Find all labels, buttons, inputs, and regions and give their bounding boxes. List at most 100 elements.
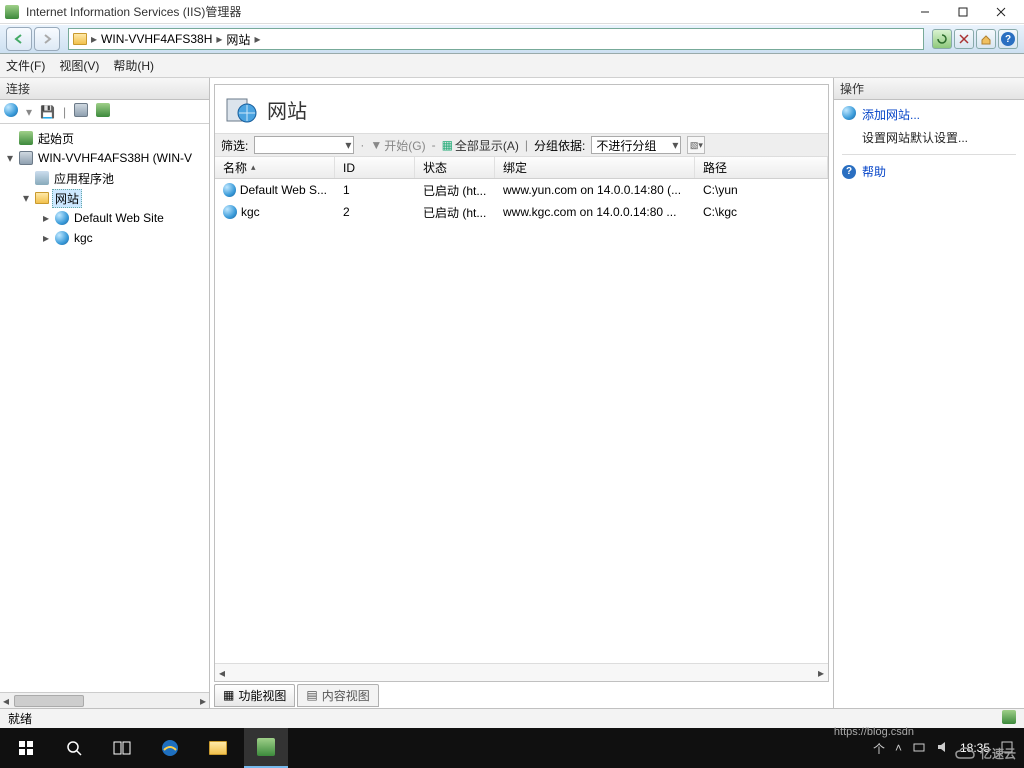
sites-toolbar-icon[interactable]: [96, 103, 110, 120]
connect-icon[interactable]: [4, 103, 18, 120]
tree-site-item[interactable]: ▸ Default Web Site: [0, 208, 209, 228]
center-panel: 网站 筛选: ▾ · ▼开始(G) - ▦全部显示(A) | 分组依据: 不进行…: [210, 78, 834, 708]
system-tray[interactable]: 个 ˄ 18:35: [873, 740, 1020, 757]
list-row[interactable]: Default Web S... 1 已启动 (ht... www.yun.co…: [215, 179, 828, 201]
help-dropdown-icon[interactable]: ?: [998, 29, 1018, 49]
tree-sites-node[interactable]: ▾ 网站: [0, 188, 209, 208]
close-button[interactable]: [982, 1, 1020, 23]
tree-server-node[interactable]: ▾ WIN-VVHF4AFS38H (WIN-V: [0, 148, 209, 168]
refresh-icon[interactable]: [932, 29, 952, 49]
maximize-button[interactable]: [944, 1, 982, 23]
menubar: 文件(F) 视图(V) 帮助(H): [0, 54, 1024, 78]
search-button[interactable]: [52, 728, 96, 768]
col-binding[interactable]: 绑定: [495, 157, 695, 178]
help-icon: ?: [842, 165, 856, 179]
tray-network-icon[interactable]: [912, 740, 926, 757]
filter-funnel-icon: ▼: [370, 138, 382, 152]
nav-back-button[interactable]: [6, 27, 32, 51]
tree-app-pools[interactable]: 应用程序池: [0, 168, 209, 188]
help-action[interactable]: ? 帮助: [842, 163, 1016, 180]
add-site-icon: [842, 106, 856, 123]
view-tabs: ▦功能视图 ▤内容视图: [214, 682, 829, 708]
tab-features-view[interactable]: ▦功能视图: [214, 684, 295, 707]
show-all-icon: ▦: [442, 138, 453, 152]
chevron-right-icon: ▸: [91, 32, 97, 46]
tray-notifications-icon[interactable]: [1000, 740, 1014, 757]
actions-header: 操作: [834, 78, 1024, 100]
content-tab-icon: ▤: [306, 688, 317, 702]
taskbar-ie-icon[interactable]: [148, 728, 192, 768]
tray-clock[interactable]: 18:35: [960, 741, 990, 755]
minimize-button[interactable]: [906, 1, 944, 23]
tray-text: 个: [873, 740, 885, 757]
go-button[interactable]: ▼开始(G): [370, 137, 425, 154]
taskbar: 个 ˄ 18:35: [0, 728, 1024, 768]
taskbar-explorer-icon[interactable]: [196, 728, 240, 768]
home-icon[interactable]: [976, 29, 996, 49]
start-button[interactable]: [4, 728, 48, 768]
taskbar-iis-icon[interactable]: [244, 728, 288, 768]
group-extra-button[interactable]: ▧▾: [687, 136, 705, 154]
menu-help[interactable]: 帮助(H): [113, 57, 154, 74]
add-website-action[interactable]: 添加网站...: [842, 106, 1016, 123]
connections-toolbar: ▾ 💾 |: [0, 100, 209, 124]
breadcrumb-node[interactable]: 网站: [226, 31, 250, 48]
connections-tree[interactable]: 起始页 ▾ WIN-VVHF4AFS38H (WIN-V 应用程序池 ▾ 网站 …: [0, 124, 209, 692]
expand-icon[interactable]: ▸: [40, 231, 52, 245]
server-node-icon: [18, 150, 34, 166]
titlebar: Internet Information Services (IIS)管理器: [0, 0, 1024, 24]
iis-app-icon: [4, 4, 20, 20]
folder-icon: [73, 33, 87, 45]
sites-page-icon: [225, 93, 257, 125]
save-icon[interactable]: 💾: [40, 105, 55, 119]
col-name[interactable]: 名称▴: [215, 157, 335, 178]
set-site-defaults-action[interactable]: 设置网站默认设置...: [862, 129, 1016, 146]
tab-content-view[interactable]: ▤内容视图: [297, 684, 378, 707]
list-row[interactable]: kgc 2 已启动 (ht... www.kgc.com on 14.0.0.1…: [215, 201, 828, 223]
tray-volume-icon[interactable]: [936, 740, 950, 757]
tree-start-page[interactable]: 起始页: [0, 128, 209, 148]
group-by-label: 分组依据:: [534, 137, 585, 154]
actions-panel: 操作 添加网站... 设置网站默认设置... ? 帮助: [834, 78, 1024, 708]
col-status[interactable]: 状态: [415, 157, 495, 178]
connections-hscrollbar[interactable]: ◂ ▸: [0, 692, 209, 708]
list-hscrollbar[interactable]: ◂ ▸: [215, 663, 828, 681]
show-all-button[interactable]: ▦全部显示(A): [442, 137, 519, 154]
breadcrumb-server[interactable]: WIN-VVHF4AFS38H: [101, 32, 212, 46]
sites-list[interactable]: 名称▴ ID 状态 绑定 路径 Default Web S... 1 已启动 (…: [215, 157, 828, 663]
nav-forward-button[interactable]: [34, 27, 60, 51]
features-tab-icon: ▦: [223, 688, 234, 702]
connections-header: 连接: [0, 78, 209, 100]
collapse-icon[interactable]: ▾: [20, 191, 32, 205]
collapse-icon[interactable]: ▾: [4, 151, 16, 165]
app-pools-icon: [34, 170, 50, 186]
sort-asc-icon: ▴: [251, 162, 256, 173]
status-config-icon[interactable]: [1002, 710, 1016, 727]
tree-site-item[interactable]: ▸ kgc: [0, 228, 209, 248]
stop-icon[interactable]: [954, 29, 974, 49]
statusbar: 就绪: [0, 708, 1024, 728]
expand-icon[interactable]: ▸: [40, 211, 52, 225]
chevron-right-icon: ▸: [254, 32, 260, 46]
status-text: 就绪: [8, 710, 32, 727]
server-icon[interactable]: [74, 103, 88, 120]
filter-label: 筛选:: [221, 137, 248, 154]
list-header: 名称▴ ID 状态 绑定 路径: [215, 157, 828, 179]
tray-up-icon[interactable]: ˄: [895, 741, 902, 755]
chevron-right-icon: ▸: [216, 32, 222, 46]
breadcrumb[interactable]: ▸ WIN-VVHF4AFS38H ▸ 网站 ▸: [68, 28, 924, 50]
site-icon: [223, 183, 236, 197]
col-id[interactable]: ID: [335, 157, 415, 178]
site-icon: [223, 205, 237, 219]
start-page-icon: [18, 130, 34, 146]
site-icon: [54, 210, 70, 226]
filter-input[interactable]: ▾: [254, 136, 354, 154]
task-view-button[interactable]: [100, 728, 144, 768]
menu-file[interactable]: 文件(F): [6, 57, 45, 74]
menu-view[interactable]: 视图(V): [59, 57, 99, 74]
sites-folder-icon: [34, 190, 50, 206]
col-path[interactable]: 路径: [695, 157, 828, 178]
navigation-bar: ▸ WIN-VVHF4AFS38H ▸ 网站 ▸ ?: [0, 24, 1024, 54]
group-by-select[interactable]: 不进行分组▾: [591, 136, 681, 154]
connections-panel: 连接 ▾ 💾 | 起始页 ▾ WIN-VVHF4AFS38H (WIN-V: [0, 78, 210, 708]
